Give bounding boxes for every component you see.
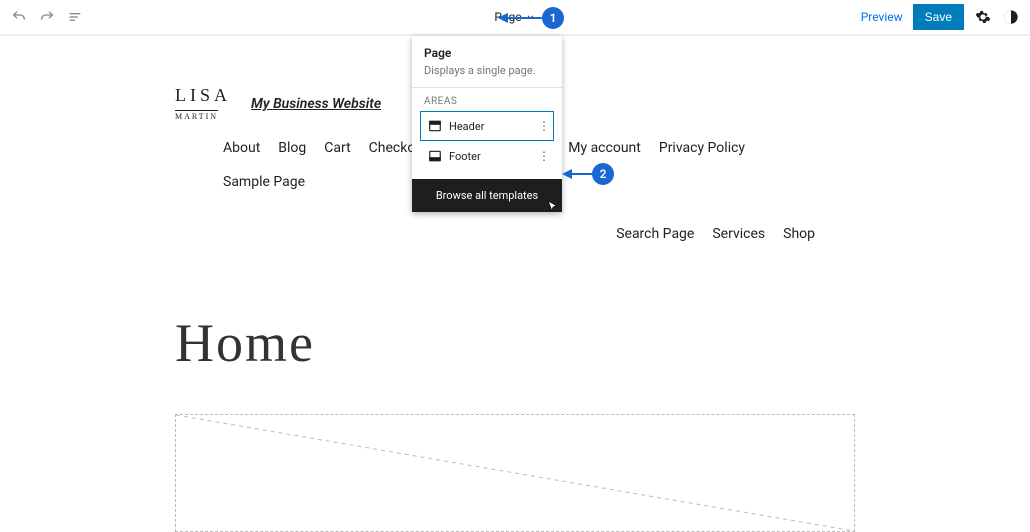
nav-item[interactable]: My account	[568, 140, 641, 156]
area-item-footer[interactable]: Footer ⋮	[420, 141, 554, 171]
nav-item[interactable]: Privacy Policy	[659, 140, 745, 156]
dropdown-header: Page Displays a single page.	[412, 36, 562, 88]
toolbar-right-group: Preview Save	[861, 4, 1020, 30]
dropdown-description: Displays a single page.	[424, 64, 550, 77]
browse-all-label: Browse all templates	[436, 189, 538, 202]
styles-icon[interactable]	[1002, 8, 1020, 26]
area-item-header[interactable]: Header ⋮	[420, 111, 554, 141]
nav-item[interactable]: Services	[712, 226, 765, 242]
nav-item[interactable]: Blog	[278, 140, 306, 156]
empty-block-placeholder[interactable]	[175, 414, 855, 532]
site-title-link[interactable]: My Business Website	[251, 96, 381, 112]
area-item-label: Footer	[449, 150, 481, 163]
page-title[interactable]: Home	[175, 312, 855, 374]
preview-link[interactable]: Preview	[861, 10, 903, 24]
editor-toolbar: Page Preview Save	[0, 0, 1030, 36]
nav-item[interactable]: Search Page	[616, 226, 694, 242]
dropdown-items: Header ⋮ Footer ⋮	[412, 111, 562, 179]
site-logo[interactable]: LISA MARTIN	[175, 86, 231, 122]
nav-item[interactable]: Sample Page	[223, 174, 305, 190]
template-name-button[interactable]: Page	[494, 10, 535, 24]
more-options-icon[interactable]: ⋮	[538, 119, 549, 133]
nav-item[interactable]: About	[223, 140, 260, 156]
undo-icon[interactable]	[10, 8, 28, 26]
nav-item[interactable]: Shop	[783, 226, 815, 242]
logo-top: LISA	[175, 85, 231, 105]
settings-icon[interactable]	[974, 8, 992, 26]
cursor-icon	[546, 200, 560, 214]
chevron-down-icon	[526, 12, 536, 22]
save-button[interactable]: Save	[913, 4, 964, 30]
redo-icon[interactable]	[38, 8, 56, 26]
footer-icon	[427, 148, 443, 164]
dropdown-title: Page	[424, 46, 550, 60]
browse-all-templates-button[interactable]: Browse all templates	[412, 179, 562, 212]
template-name-label: Page	[494, 10, 521, 24]
area-item-label: Header	[449, 120, 484, 133]
header-icon	[427, 118, 443, 134]
more-options-icon[interactable]: ⋮	[538, 149, 549, 163]
template-dropdown: Page Displays a single page. AREAS Heade…	[412, 36, 562, 212]
logo-bottom: MARTIN	[175, 110, 218, 121]
toolbar-left-group	[10, 8, 84, 26]
nav-item[interactable]: Cart	[324, 140, 350, 156]
dropdown-areas-label: AREAS	[412, 88, 562, 111]
list-view-icon[interactable]	[66, 8, 84, 26]
